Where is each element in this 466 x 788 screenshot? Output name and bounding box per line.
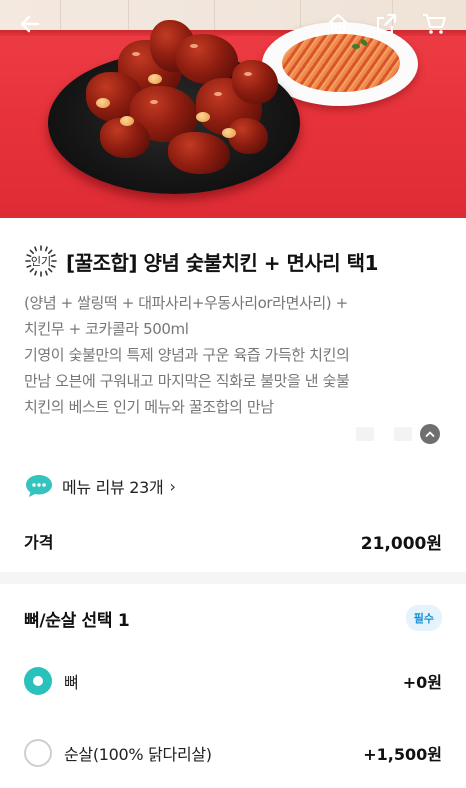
back-button[interactable]	[16, 10, 44, 38]
chevron-up-icon	[425, 431, 435, 437]
top-navigation-bar	[0, 0, 466, 48]
home-icon	[328, 14, 348, 33]
radio-unselected[interactable]	[24, 739, 52, 767]
chicken-piece	[232, 60, 278, 104]
share-button[interactable]	[372, 10, 400, 38]
price-row: 가격 21,000원	[24, 528, 442, 554]
section-divider	[0, 572, 466, 584]
option-name: 뼈	[64, 673, 79, 692]
chicken-piece	[168, 132, 230, 174]
description-fade	[356, 427, 412, 441]
option-group-title: 뼈/순살 선택 1	[24, 610, 130, 631]
description-line: 치킨의 베스트 인기 메뉴와 꿀조합의 만남	[24, 398, 274, 416]
cart-icon	[423, 14, 446, 34]
share-icon	[377, 14, 396, 33]
sauce-glint	[214, 92, 222, 96]
sauce-glint	[150, 100, 158, 104]
cart-button[interactable]	[420, 10, 448, 38]
menu-description: (양념 + 쌀링떡 + 대파사리+우동사리or라면사리) + 치킨무 + 코카콜…	[24, 290, 444, 420]
price-label: 가격	[24, 533, 54, 552]
option-name: 순살(100% 닭다리살)	[64, 745, 212, 764]
review-count-label: 메뉴 리뷰 23개	[62, 478, 164, 497]
option-bone[interactable]: 뼈 +0원	[24, 666, 442, 696]
radio-selected[interactable]	[24, 667, 52, 695]
rice-cake	[196, 112, 210, 122]
back-arrow-icon	[20, 15, 40, 33]
rice-cake	[120, 116, 134, 126]
description-line: (양념 + 쌀링떡 + 대파사리+우동사리or라면사리) +	[24, 294, 348, 312]
description-line: 기영이 숯불만의 특제 양념과 구운 육즙 가득한 치킨의	[24, 346, 350, 364]
speech-bubble-icon	[26, 475, 52, 497]
option-price: +1,500원	[363, 745, 442, 764]
option-group-header: 뼈/순살 선택 1 필수	[24, 604, 442, 632]
rice-cake	[148, 74, 162, 84]
sauce-glint	[244, 72, 252, 76]
chevron-right-icon: ›	[169, 476, 176, 496]
rice-cake	[96, 98, 110, 108]
sauce-glint	[132, 52, 140, 56]
description-line: 치킨무 + 코카콜라 500ml	[24, 320, 189, 338]
collapse-description-button[interactable]	[420, 424, 440, 444]
menu-title-row: 인기 [꿀조합] 양념 숯불치킨 + 면사리 택1	[24, 243, 448, 279]
rice-cake	[222, 128, 236, 138]
popular-badge-label: 인기	[30, 255, 52, 268]
required-badge: 필수	[405, 605, 442, 631]
price-value: 21,000원	[360, 533, 442, 554]
description-line: 만남 오븐에 구워내고 마지막은 직화로 불맛을 낸 숯불	[24, 372, 350, 390]
home-button[interactable]	[324, 10, 352, 38]
menu-title: [꿀조합] 양념 숯불치킨 + 면사리 택1	[66, 250, 378, 275]
option-boneless[interactable]: 순살(100% 닭다리살) +1,500원	[24, 738, 442, 768]
popular-badge: 인기	[24, 244, 58, 278]
menu-review-link[interactable]: 메뉴 리뷰 23개 ›	[24, 472, 176, 500]
option-price: +0원	[402, 673, 442, 692]
